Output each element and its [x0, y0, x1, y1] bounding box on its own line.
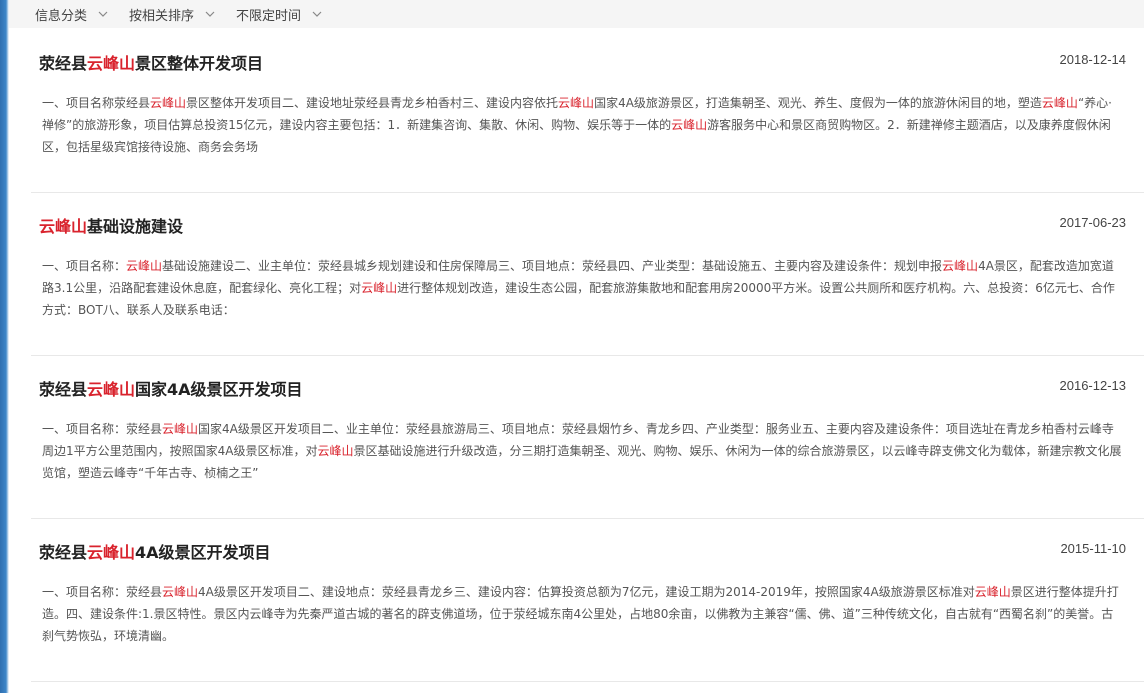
desc-highlight: 云峰山	[317, 444, 354, 458]
result-item: 荥经县云峰山4A级景区开发项目 2015-11-10 一、项目名称：荥经县云峰山…	[31, 519, 1144, 682]
filter-label: 不限定时间	[236, 8, 302, 24]
filter-label: 信息分类	[35, 8, 88, 24]
title-text: 国家4A级景区开发项目	[135, 380, 303, 399]
desc-text: 基础设施建设二、业主单位：荥经县城乡规划建设和住房保障局三、项目地点：荥经县四、…	[162, 259, 943, 273]
result-description: 一、项目名称：荥经县云峰山国家4A级景区开发项目二、业主单位：荥经县旅游局三、项…	[31, 418, 1122, 484]
result-item: 云峰山基础设施建设 2017-06-23 一、项目名称：云峰山基础设施建设二、业…	[31, 193, 1144, 356]
desc-highlight: 云峰山	[162, 422, 199, 436]
desc-text: 景区整体开发项目二、建设地址荥经县青龙乡柏香村三、建设内容依托	[186, 96, 559, 110]
desc-highlight: 云峰山	[126, 259, 163, 273]
desc-highlight: 云峰山	[1041, 96, 1078, 110]
desc-text: 一、项目名称：	[42, 259, 127, 273]
result-item: 荥经县云峰山景区整体开发项目 2018-12-14 一、项目名称荥经县云峰山景区…	[31, 30, 1144, 193]
filter-label: 按相关排序	[129, 8, 195, 24]
result-title-link[interactable]: 荥经县云峰山国家4A级景区开发项目	[39, 376, 303, 400]
chevron-down-icon	[97, 8, 109, 20]
result-list: 荥经县云峰山景区整体开发项目 2018-12-14 一、项目名称荥经县云峰山景区…	[9, 30, 1144, 682]
title-text: 景区整体开发项目	[135, 54, 264, 73]
desc-highlight: 云峰山	[942, 259, 979, 273]
desc-text: 国家4A级旅游景区，打造集朝圣、观光、养生、度假为一体的旅游休闲目的地，塑造	[594, 96, 1042, 110]
filter-sort-dropdown[interactable]: 按相关排序	[129, 5, 216, 24]
title-text: 荥经县	[39, 543, 88, 562]
chevron-down-icon	[311, 8, 323, 20]
desc-highlight: 云峰山	[974, 585, 1011, 599]
desc-text: 4A级景区开发项目二、建设地点：荥经县青龙乡三、建设内容：估算投资总额为7亿元，…	[198, 585, 975, 599]
title-text: 4A级景区开发项目	[135, 543, 271, 562]
result-date: 2017-06-23	[1059, 215, 1127, 230]
result-date: 2018-12-14	[1059, 52, 1127, 67]
result-title-link[interactable]: 荥经县云峰山景区整体开发项目	[39, 50, 263, 74]
title-highlight: 云峰山	[87, 54, 136, 73]
desc-highlight: 云峰山	[361, 281, 398, 295]
title-text: 荥经县	[39, 380, 88, 399]
result-date: 2016-12-13	[1059, 378, 1127, 393]
title-text: 基础设施建设	[87, 217, 184, 236]
result-description: 一、项目名称：云峰山基础设施建设二、业主单位：荥经县城乡规划建设和住房保障局三、…	[31, 255, 1122, 321]
title-highlight: 云峰山	[87, 543, 136, 562]
title-highlight: 云峰山	[87, 380, 136, 399]
desc-highlight: 云峰山	[558, 96, 595, 110]
result-title-link[interactable]: 云峰山基础设施建设	[39, 213, 183, 237]
filter-category-dropdown[interactable]: 信息分类	[35, 5, 109, 24]
result-title-link[interactable]: 荥经县云峰山4A级景区开发项目	[39, 539, 271, 563]
title-highlight: 云峰山	[39, 217, 88, 236]
desc-text: 一、项目名称：荥经县	[42, 422, 163, 436]
desc-highlight: 云峰山	[671, 118, 708, 132]
result-item: 荥经县云峰山国家4A级景区开发项目 2016-12-13 一、项目名称：荥经县云…	[31, 356, 1144, 519]
desc-text: 一、项目名称荥经县	[42, 96, 151, 110]
result-date: 2015-11-10	[1060, 541, 1126, 556]
title-text: 荥经县	[39, 54, 88, 73]
filter-time-dropdown[interactable]: 不限定时间	[236, 5, 323, 24]
desc-highlight: 云峰山	[162, 585, 199, 599]
filter-bar: 信息分类 按相关排序 不限定时间	[9, 0, 1144, 28]
result-description: 一、项目名称：荥经县云峰山4A级景区开发项目二、建设地点：荥经县青龙乡三、建设内…	[31, 581, 1122, 647]
chevron-down-icon	[204, 8, 216, 20]
desc-highlight: 云峰山	[150, 96, 187, 110]
result-description: 一、项目名称荥经县云峰山景区整体开发项目二、建设地址荥经县青龙乡柏香村三、建设内…	[31, 92, 1122, 158]
desc-text: 一、项目名称：荥经县	[42, 585, 163, 599]
